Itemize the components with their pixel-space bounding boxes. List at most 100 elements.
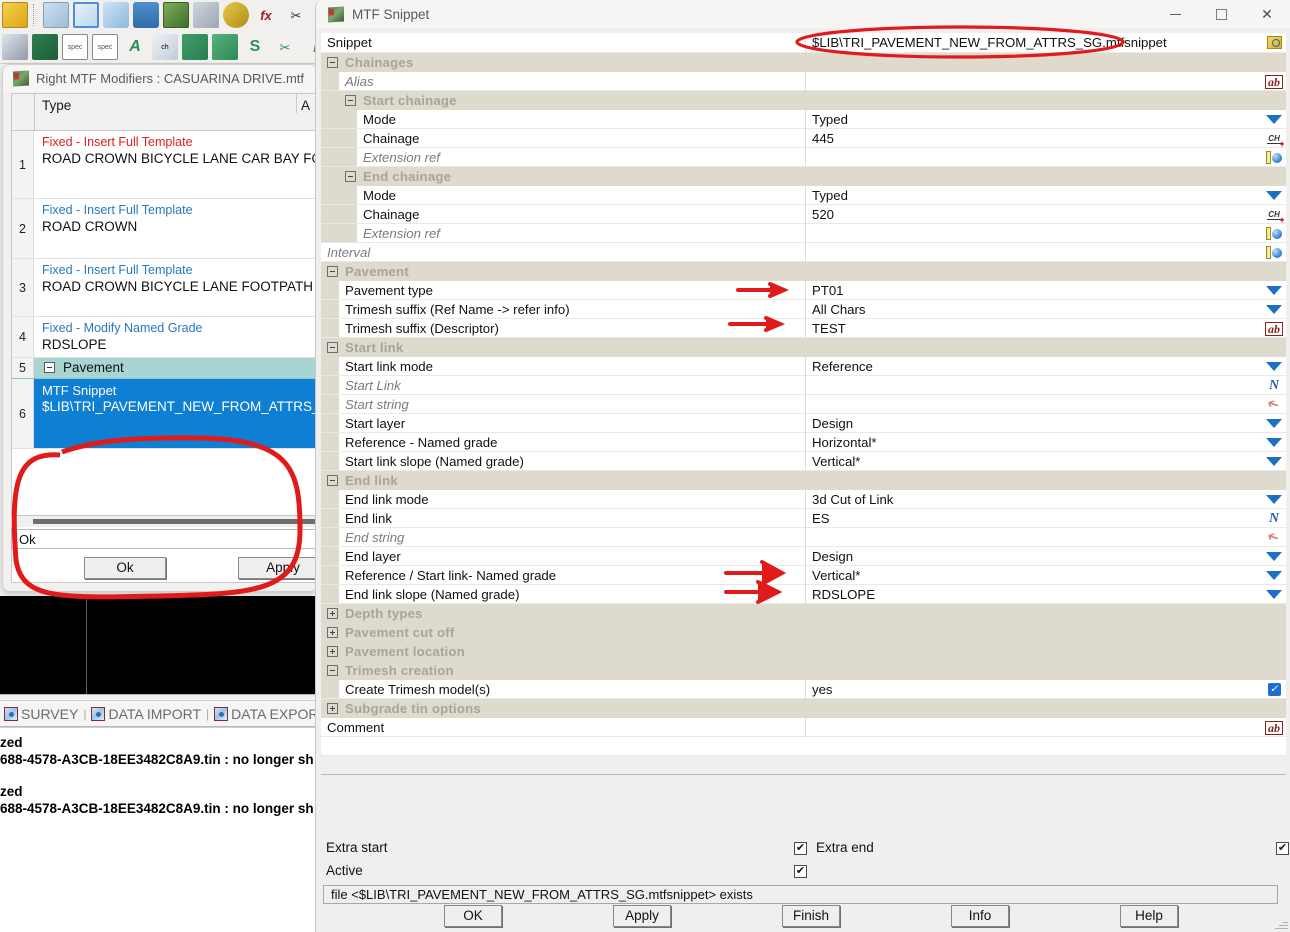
property-value[interactable]: Typed	[805, 186, 1262, 205]
property-value[interactable]: Reference	[805, 357, 1262, 376]
ab-icon[interactable]: ab	[1262, 718, 1286, 737]
cut-icon[interactable]: ✂	[272, 34, 298, 60]
snippet-ok-button[interactable]: OK	[444, 905, 502, 927]
dropdown-icon[interactable]	[1262, 110, 1286, 129]
table-row-selected[interactable]: 6 MTF Snippet $LIB\TRI_PAVEMENT_NEW_FROM…	[12, 379, 315, 449]
property-value[interactable]: Design	[805, 547, 1262, 566]
collapse-minus-icon[interactable]	[345, 171, 356, 182]
property-group-header[interactable]: End chainage	[321, 167, 1286, 186]
collapse-minus-icon[interactable]	[327, 57, 338, 68]
property-value[interactable]: 445	[805, 129, 1262, 148]
property-value[interactable]	[805, 528, 1262, 547]
fx-icon[interactable]: fx	[253, 2, 279, 28]
modifiers-title-bar[interactable]: Right MTF Modifiers : CASUARINA DRIVE.mt…	[3, 65, 317, 92]
property-value[interactable]: TEST	[805, 319, 1262, 338]
table-row[interactable]: 3 Fixed - Insert Full Template ROAD CROW…	[12, 259, 315, 317]
property-row[interactable]: Start link mode Reference	[321, 357, 1286, 376]
modifiers-apply-button[interactable]: Apply	[238, 557, 317, 579]
dropdown-icon[interactable]	[1262, 433, 1286, 452]
property-value[interactable]	[805, 395, 1262, 414]
table-row[interactable]: 2 Fixed - Insert Full Template ROAD CROW…	[12, 199, 315, 259]
property-row[interactable]: Pavement type PT01	[321, 281, 1286, 300]
column-header-type[interactable]: Type	[35, 94, 297, 113]
chainage-icon[interactable]: CH +	[1262, 129, 1286, 148]
property-row[interactable]: Comment ab	[321, 718, 1286, 737]
property-value[interactable]: Horizontal*	[805, 433, 1262, 452]
property-grid[interactable]: Chainages Alias ab Start chainage Mode Typed C…	[321, 53, 1286, 756]
string-icon[interactable]: S	[242, 34, 268, 60]
flow-icon[interactable]	[212, 34, 238, 60]
property-group-header[interactable]: Start chainage	[321, 91, 1286, 110]
mtf-snippet-dialog[interactable]: MTF Snippet ✕ Snippet $LIB\TRI_PAVEMENT_…	[315, 0, 1290, 932]
maximize-icon[interactable]	[1198, 0, 1244, 28]
property-row[interactable]: Alias ab	[321, 72, 1286, 91]
tab-data-export[interactable]: DATA EXPOR	[210, 706, 320, 722]
property-group-header[interactable]: Pavement location	[321, 642, 1286, 661]
ruler-globe-icon[interactable]	[1262, 224, 1286, 243]
property-value[interactable]	[805, 718, 1262, 737]
chainage-icon[interactable]: CH +	[1262, 205, 1286, 224]
ruler-globe-icon[interactable]	[1262, 243, 1286, 262]
property-value[interactable]: All Chars	[805, 300, 1262, 319]
property-row[interactable]: End link mode 3d Cut of Link	[321, 490, 1286, 509]
expand-plus-icon[interactable]	[327, 703, 338, 714]
property-row[interactable]: Start string ➔	[321, 395, 1286, 414]
snippet-path-value[interactable]: $LIB\TRI_PAVEMENT_NEW_FROM_ATTRS_SG.mtfs…	[805, 33, 1262, 52]
property-row[interactable]: Extension ref	[321, 224, 1286, 243]
property-row[interactable]: Trimesh suffix (Descriptor) TEST ab	[321, 319, 1286, 338]
extra-start-checkbox[interactable]: ✔	[794, 842, 807, 855]
dropdown-icon[interactable]	[1262, 186, 1286, 205]
snippet-title-bar[interactable]: MTF Snippet ✕	[316, 0, 1290, 28]
ab-icon[interactable]: ab	[1262, 72, 1286, 91]
property-row[interactable]: Extension ref	[321, 148, 1286, 167]
mesh-icon[interactable]	[223, 2, 249, 28]
property-value[interactable]: Typed	[805, 110, 1262, 129]
property-group-header[interactable]: Start link	[321, 338, 1286, 357]
folder-search-icon[interactable]	[1262, 33, 1286, 52]
property-row[interactable]: Reference - Named grade Horizontal*	[321, 433, 1286, 452]
active-checkbox[interactable]: ✔	[794, 865, 807, 878]
property-row[interactable]: Mode Typed	[321, 186, 1286, 205]
dropdown-icon[interactable]	[1262, 452, 1286, 471]
dropdown-icon[interactable]	[1262, 490, 1286, 509]
property-group-header[interactable]: Depth types	[321, 604, 1286, 623]
property-value[interactable]: Design	[805, 414, 1262, 433]
property-value[interactable]: Vertical*	[805, 452, 1262, 471]
property-row[interactable]: Reference / Start link- Named grade Verti…	[321, 566, 1286, 585]
property-group-header[interactable]: Chainages	[321, 53, 1286, 72]
table-row[interactable]: 1 Fixed - Insert Full Template ROAD CROW…	[12, 131, 315, 199]
collapse-minus-icon[interactable]	[327, 665, 338, 676]
property-row[interactable]: Start layer Design	[321, 414, 1286, 433]
collapse-expander-icon[interactable]	[44, 362, 55, 373]
table-row-group-pavement[interactable]: 5 Pavement	[12, 358, 315, 379]
ramp-icon[interactable]	[32, 34, 58, 60]
person-icon[interactable]	[133, 2, 159, 28]
property-group-header[interactable]: Pavement cut off	[321, 623, 1286, 642]
scissors-icon[interactable]: ✂	[283, 2, 309, 28]
snippet-help-button[interactable]: Help	[1120, 905, 1178, 927]
dropdown-icon[interactable]	[1262, 414, 1286, 433]
expand-plus-icon[interactable]	[327, 608, 338, 619]
collapse-minus-icon[interactable]	[327, 475, 338, 486]
n-icon[interactable]: N	[1262, 376, 1286, 395]
column-header-a[interactable]: A	[297, 94, 315, 113]
close-icon[interactable]: ✕	[1244, 0, 1290, 28]
property-value[interactable]	[805, 243, 1262, 262]
dropdown-icon[interactable]	[1262, 585, 1286, 604]
tag-icon[interactable]	[103, 2, 129, 28]
book-icon[interactable]	[2, 34, 28, 60]
property-row[interactable]: Trimesh suffix (Ref Name -> refer info) A…	[321, 300, 1286, 319]
property-value[interactable]: 3d Cut of Link	[805, 490, 1262, 509]
property-row[interactable]: Chainage 445 CH +	[321, 129, 1286, 148]
property-row[interactable]: Start link slope (Named grade) Vertical*	[321, 452, 1286, 471]
dropdown-icon[interactable]	[1262, 357, 1286, 376]
property-value[interactable]	[805, 72, 1262, 91]
collapse-minus-icon[interactable]	[327, 342, 338, 353]
snippet-info-button[interactable]: Info	[951, 905, 1009, 927]
tab-data-import[interactable]: DATA IMPORT	[87, 706, 205, 722]
dropdown-icon[interactable]	[1262, 281, 1286, 300]
property-group-header[interactable]: Trimesh creation	[321, 661, 1286, 680]
property-value[interactable]: Vertical*	[805, 566, 1262, 585]
dropdown-icon[interactable]	[1262, 300, 1286, 319]
property-row[interactable]: Interval	[321, 243, 1286, 262]
